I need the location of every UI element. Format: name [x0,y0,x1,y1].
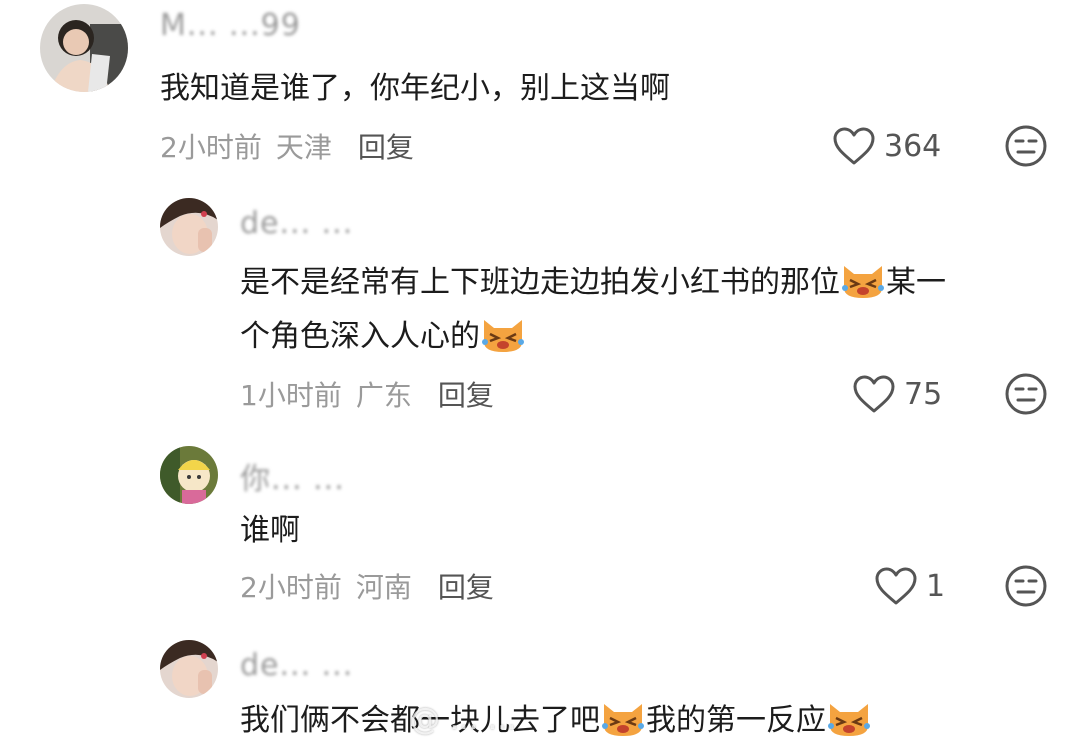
comment-meta: 2小时前 天津 回复 [160,126,414,166]
comment-location: 天津 [275,131,332,164]
comment-text: 我知道是谁了，你年纪小，别上这当啊 [160,71,670,106]
comment-meta: 1小时前 广东 回复 [240,374,494,414]
avatar[interactable] [160,446,218,504]
like-button[interactable]: 1 [874,566,945,606]
username[interactable]: de... ... [240,648,353,683]
neutral-face-icon[interactable] [1004,124,1048,168]
comment-time: 2小时前 [240,571,342,604]
watermark: @ ... ... [410,702,517,737]
laughing-cat-emoji [828,704,870,736]
comment-time: 2小时前 [160,131,262,164]
username[interactable]: 你... ... [240,454,345,498]
avatar[interactable] [40,4,128,92]
comment-location: 广东 [355,379,412,412]
comment-text-line: 某一 [886,265,946,300]
comment-text: 谁啊 [240,513,300,548]
heart-outline-icon [853,375,895,413]
laughing-cat-emoji [602,704,644,736]
reply-button[interactable]: 回复 [438,374,494,414]
username[interactable]: M... ...99 [160,8,301,43]
comment-text-line: 是不是经常有上下班边走边拍发小红书的那位 [240,265,840,300]
comment-text: 我们俩不会都一块儿去了吧 我的第一反应 [240,696,872,746]
neutral-face-icon[interactable] [1004,564,1048,608]
comment-location: 河南 [355,571,412,604]
username[interactable]: de... ... [240,206,353,241]
heart-outline-icon [875,567,917,605]
laughing-cat-emoji [482,320,524,352]
like-button[interactable]: 364 [832,126,941,166]
heart-outline-icon [833,127,875,165]
comment-text-part: 我们俩不会都 [240,703,420,738]
comment-text-line: 个角色深入人心的 [240,319,480,354]
avatar[interactable] [160,198,218,256]
laughing-cat-emoji [842,266,884,298]
reply-button[interactable]: 回复 [358,126,414,166]
neutral-face-icon[interactable] [1004,372,1048,416]
like-count: 1 [926,568,946,604]
comment-text: 个角色深入人心的 [240,312,526,362]
comment-text-part: 我的第一反应 [646,703,826,738]
like-count: 75 [904,376,943,412]
comment-text: 是不是经常有上下班边走边拍发小红书的那位 某一 [240,258,946,308]
like-count: 364 [884,128,942,164]
comment-time: 1小时前 [240,379,342,412]
like-button[interactable]: 75 [852,374,942,414]
avatar[interactable] [160,640,218,698]
comment-meta: 2小时前 河南 回复 [240,566,494,606]
reply-button[interactable]: 回复 [438,566,494,606]
